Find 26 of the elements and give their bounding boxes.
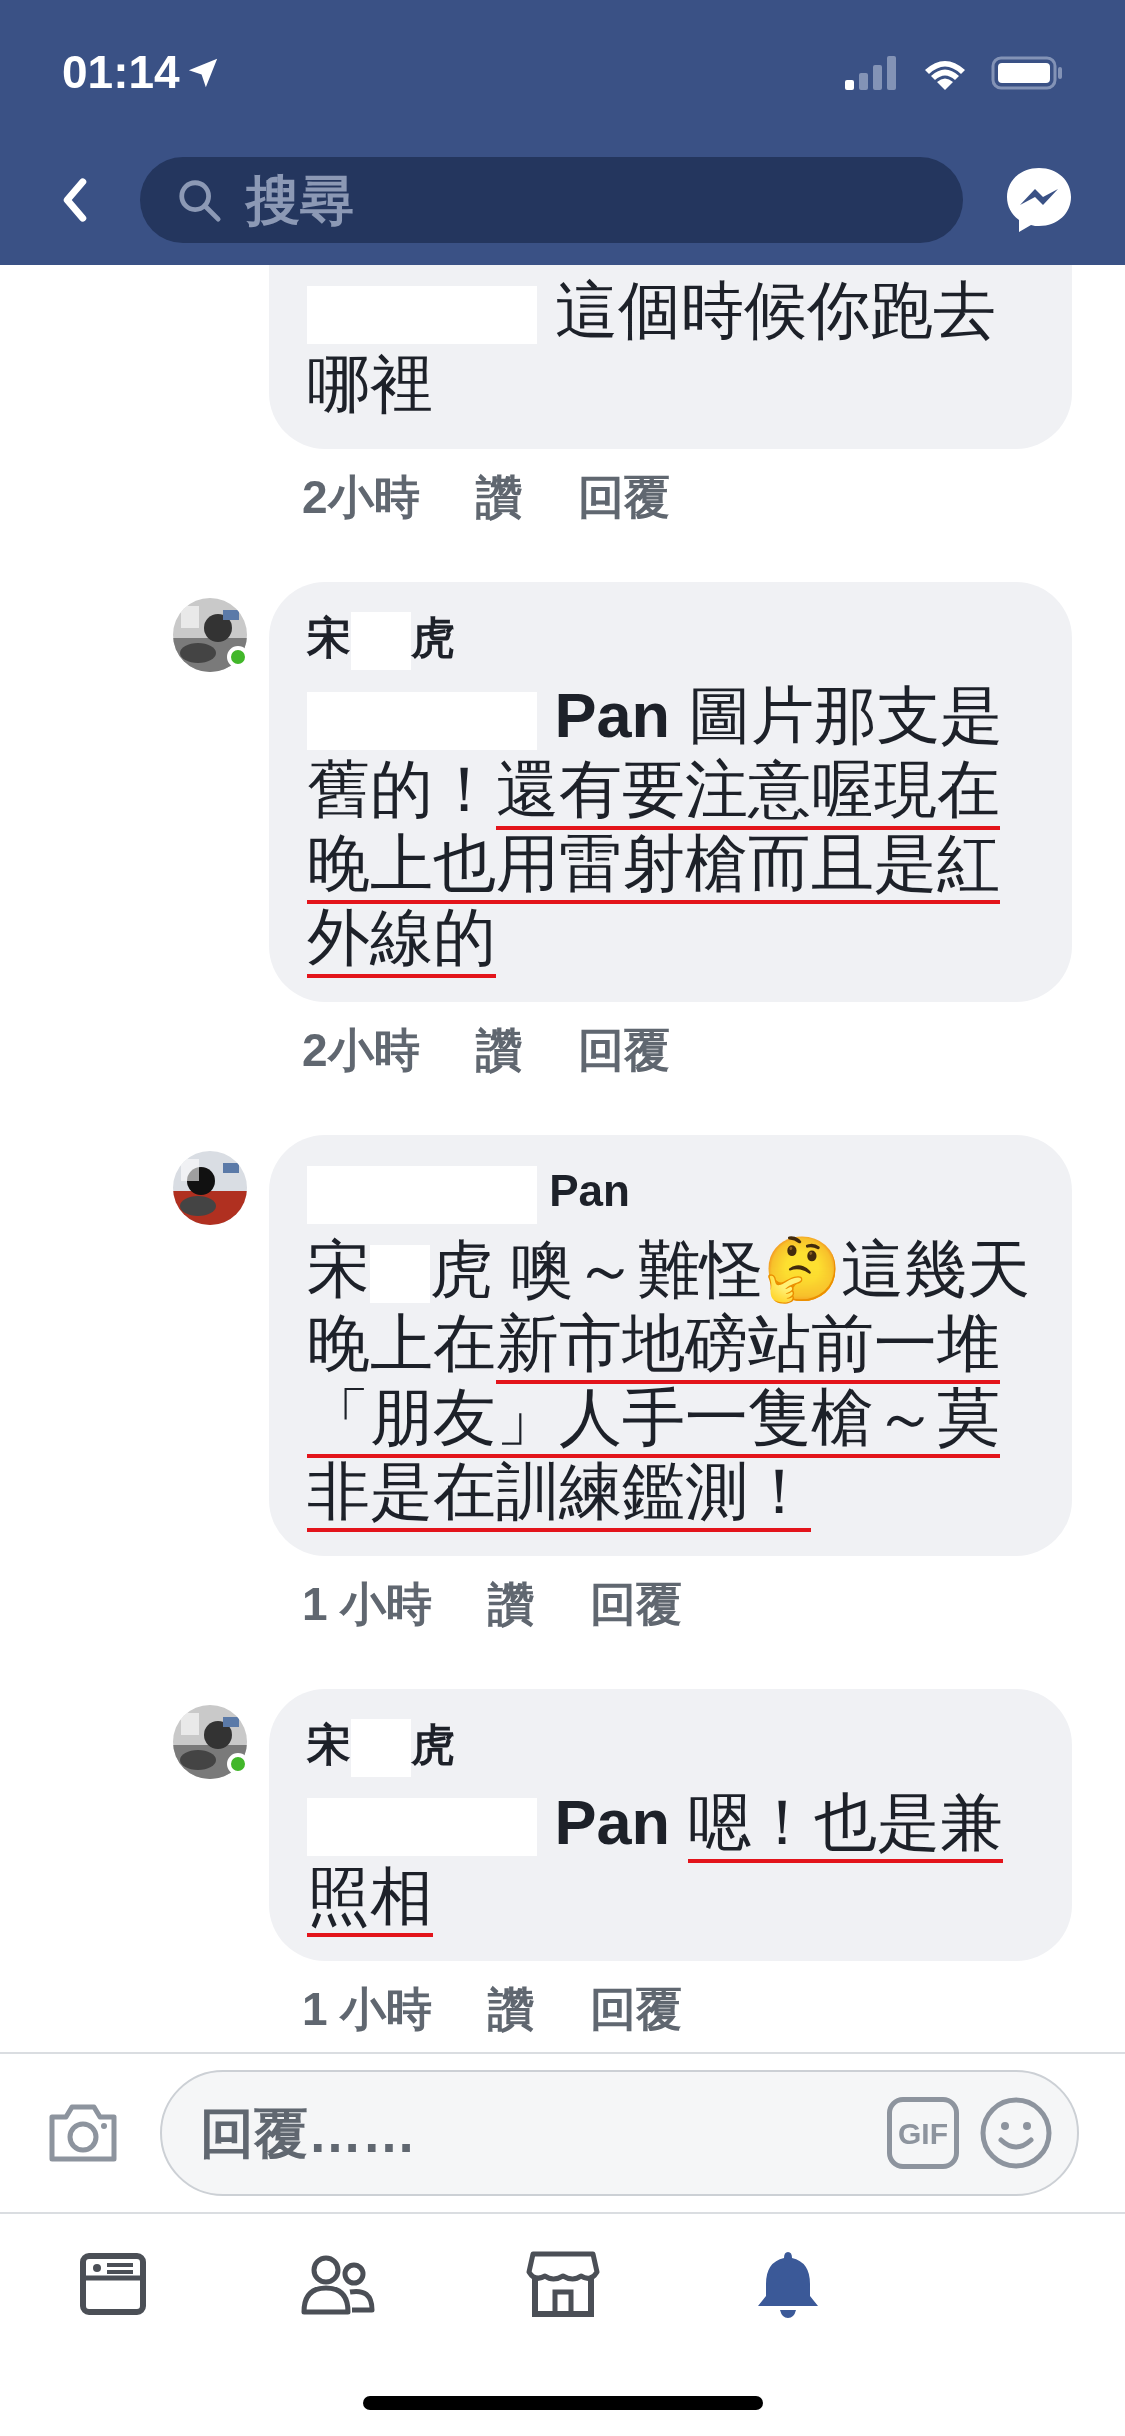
like-link[interactable]: 讚 (475, 1016, 522, 1086)
status-time: 01:14 (62, 45, 180, 100)
search-field[interactable]: 搜尋 (140, 157, 963, 243)
reply-link[interactable]: 回覆 (577, 463, 670, 532)
reply-link[interactable]: 回覆 (590, 1975, 683, 2045)
comment-time: 1 小時 (302, 1982, 433, 2038)
like-link[interactable]: 讚 (488, 1975, 535, 2045)
search-icon (176, 177, 222, 223)
reply-link[interactable]: 回覆 (577, 1016, 670, 1086)
emoji-icon[interactable] (979, 2096, 1053, 2170)
comment-time: 1 小時 (302, 1576, 433, 1632)
comment-text: 這個時候你跑去哪裡 (307, 274, 997, 421)
battery-icon (991, 55, 1063, 90)
back-chevron-icon[interactable] (62, 178, 88, 222)
commenter-name[interactable]: 宋 虎 (307, 1712, 1034, 1778)
signal-icon (845, 55, 899, 90)
commenter-name[interactable]: Pan (307, 1159, 1034, 1224)
reply-field[interactable]: 回覆…… GIF (160, 2070, 1079, 2196)
reply-link[interactable]: 回覆 (590, 1569, 683, 1639)
like-link[interactable]: 讚 (488, 1569, 535, 1639)
comment-text: Pan 嗯！也是兼照相 (307, 1785, 1034, 1934)
like-link[interactable]: 讚 (475, 463, 522, 532)
comment-time: 2小時 (302, 470, 420, 525)
comment-text: Pan 圖片那支是舊的！還有要注意喔現在晚上也用雷射槍而且是紅外線的 (307, 678, 1034, 975)
comment-time: 2小時 (302, 1023, 420, 1079)
commenter-name[interactable]: 宋 虎 (307, 606, 1034, 671)
